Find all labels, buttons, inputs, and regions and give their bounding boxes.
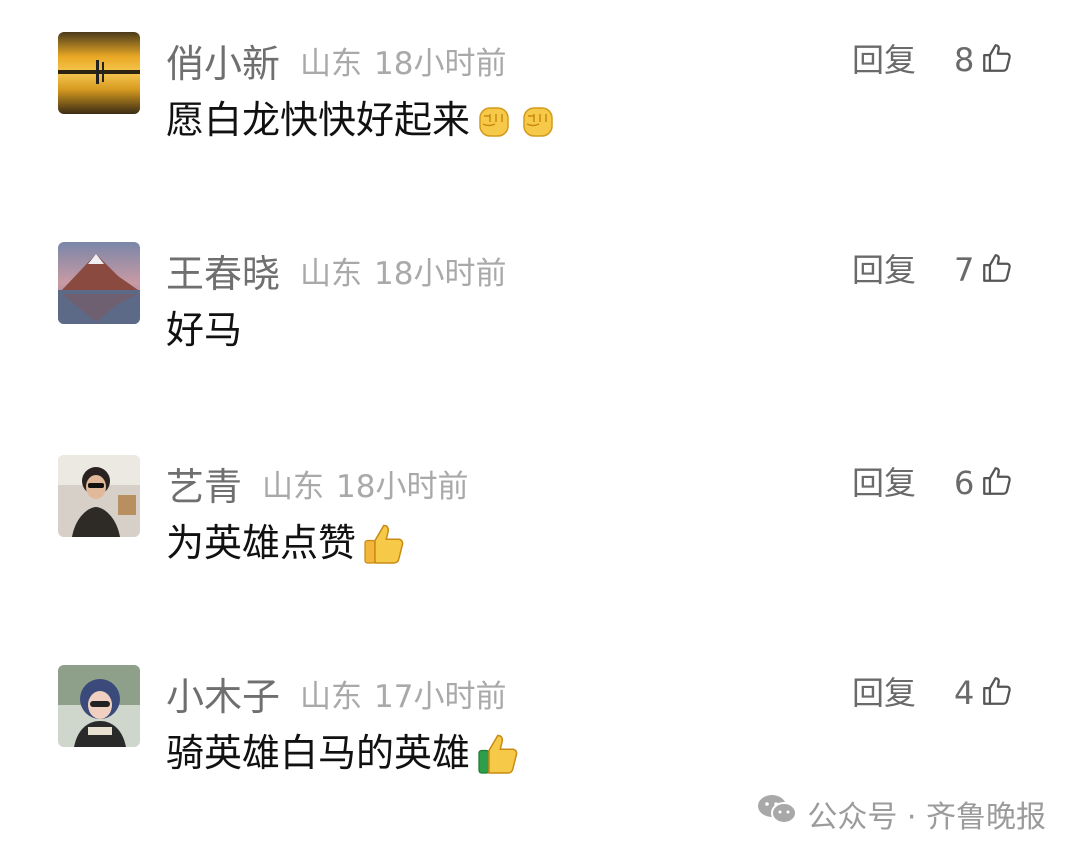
- comment-text: 好马: [166, 308, 243, 352]
- comment-time: 18小时前: [374, 45, 507, 82]
- comment-meta: 王春晓 山东 18小时前: [166, 242, 506, 298]
- comment-item: 王春晓 山东 18小时前 回复 7 好马: [0, 242, 1080, 392]
- comment-text: 骑英雄白马的英雄: [166, 731, 471, 775]
- comment-time: 17小时前: [374, 678, 507, 715]
- comment-meta: 艺青 山东 18小时前: [166, 455, 468, 511]
- comment-text: 为英雄点赞: [166, 521, 357, 565]
- thumbs-up-icon: [980, 251, 1014, 289]
- like-count: 8: [954, 41, 975, 79]
- like-button[interactable]: 6: [954, 455, 1014, 511]
- wechat-icon: [757, 793, 798, 835]
- thumbs-up-icon: [980, 464, 1014, 502]
- comment-meta: 小木子 山东 17小时前: [166, 665, 506, 721]
- comment-meta: 俏小新 山东 18小时前: [166, 32, 506, 88]
- raised-fist-icon: [518, 100, 558, 140]
- comment-body: 为英雄点赞: [166, 515, 410, 571]
- avatar[interactable]: [58, 665, 140, 747]
- like-button[interactable]: 4: [954, 665, 1014, 721]
- like-count: 6: [954, 464, 975, 502]
- author-name[interactable]: 俏小新: [166, 33, 280, 88]
- reply-button[interactable]: 回复: [852, 242, 916, 298]
- comment-text: 愿白龙快快好起来: [166, 98, 471, 142]
- watermark-text: 公众号 · 齐鲁晚报: [807, 800, 1046, 835]
- comment-body: 愿白龙快快好起来: [166, 92, 558, 148]
- comment-item: 俏小新 山东 18小时前 回复 8 愿白龙快快好起来: [0, 32, 1080, 182]
- thumbs-up-icon: [980, 674, 1014, 712]
- author-location: 山东: [300, 678, 363, 715]
- author-name[interactable]: 小木子: [166, 666, 280, 721]
- author-location: 山东: [300, 255, 363, 292]
- reply-button[interactable]: 回复: [852, 665, 916, 721]
- thumbs-up-icon: [980, 41, 1014, 79]
- author-location: 山东: [262, 468, 325, 505]
- comment-body: 骑英雄白马的英雄: [166, 725, 524, 781]
- author-location: 山东: [300, 45, 363, 82]
- thumbs-up-emoji-icon: [474, 728, 524, 778]
- comment-time: 18小时前: [374, 255, 507, 292]
- reply-button[interactable]: 回复: [852, 32, 916, 88]
- author-name[interactable]: 王春晓: [166, 243, 280, 298]
- like-button[interactable]: 7: [954, 242, 1014, 298]
- like-button[interactable]: 8: [954, 32, 1014, 88]
- avatar[interactable]: [58, 32, 140, 114]
- like-count: 7: [954, 251, 975, 289]
- reply-button[interactable]: 回复: [852, 455, 916, 511]
- raised-fist-icon: [474, 100, 514, 140]
- author-name[interactable]: 艺青: [166, 456, 242, 511]
- comment-body: 好马: [166, 302, 242, 358]
- thumbs-up-emoji-icon: [360, 518, 410, 568]
- comment-item: 艺青 山东 18小时前 回复 6 为英雄点赞: [0, 455, 1080, 605]
- avatar[interactable]: [58, 242, 140, 324]
- watermark: 公众号 · 齐鲁晚报: [757, 790, 1046, 838]
- comment-time: 18小时前: [336, 468, 469, 505]
- like-count: 4: [954, 674, 975, 712]
- avatar[interactable]: [58, 455, 140, 537]
